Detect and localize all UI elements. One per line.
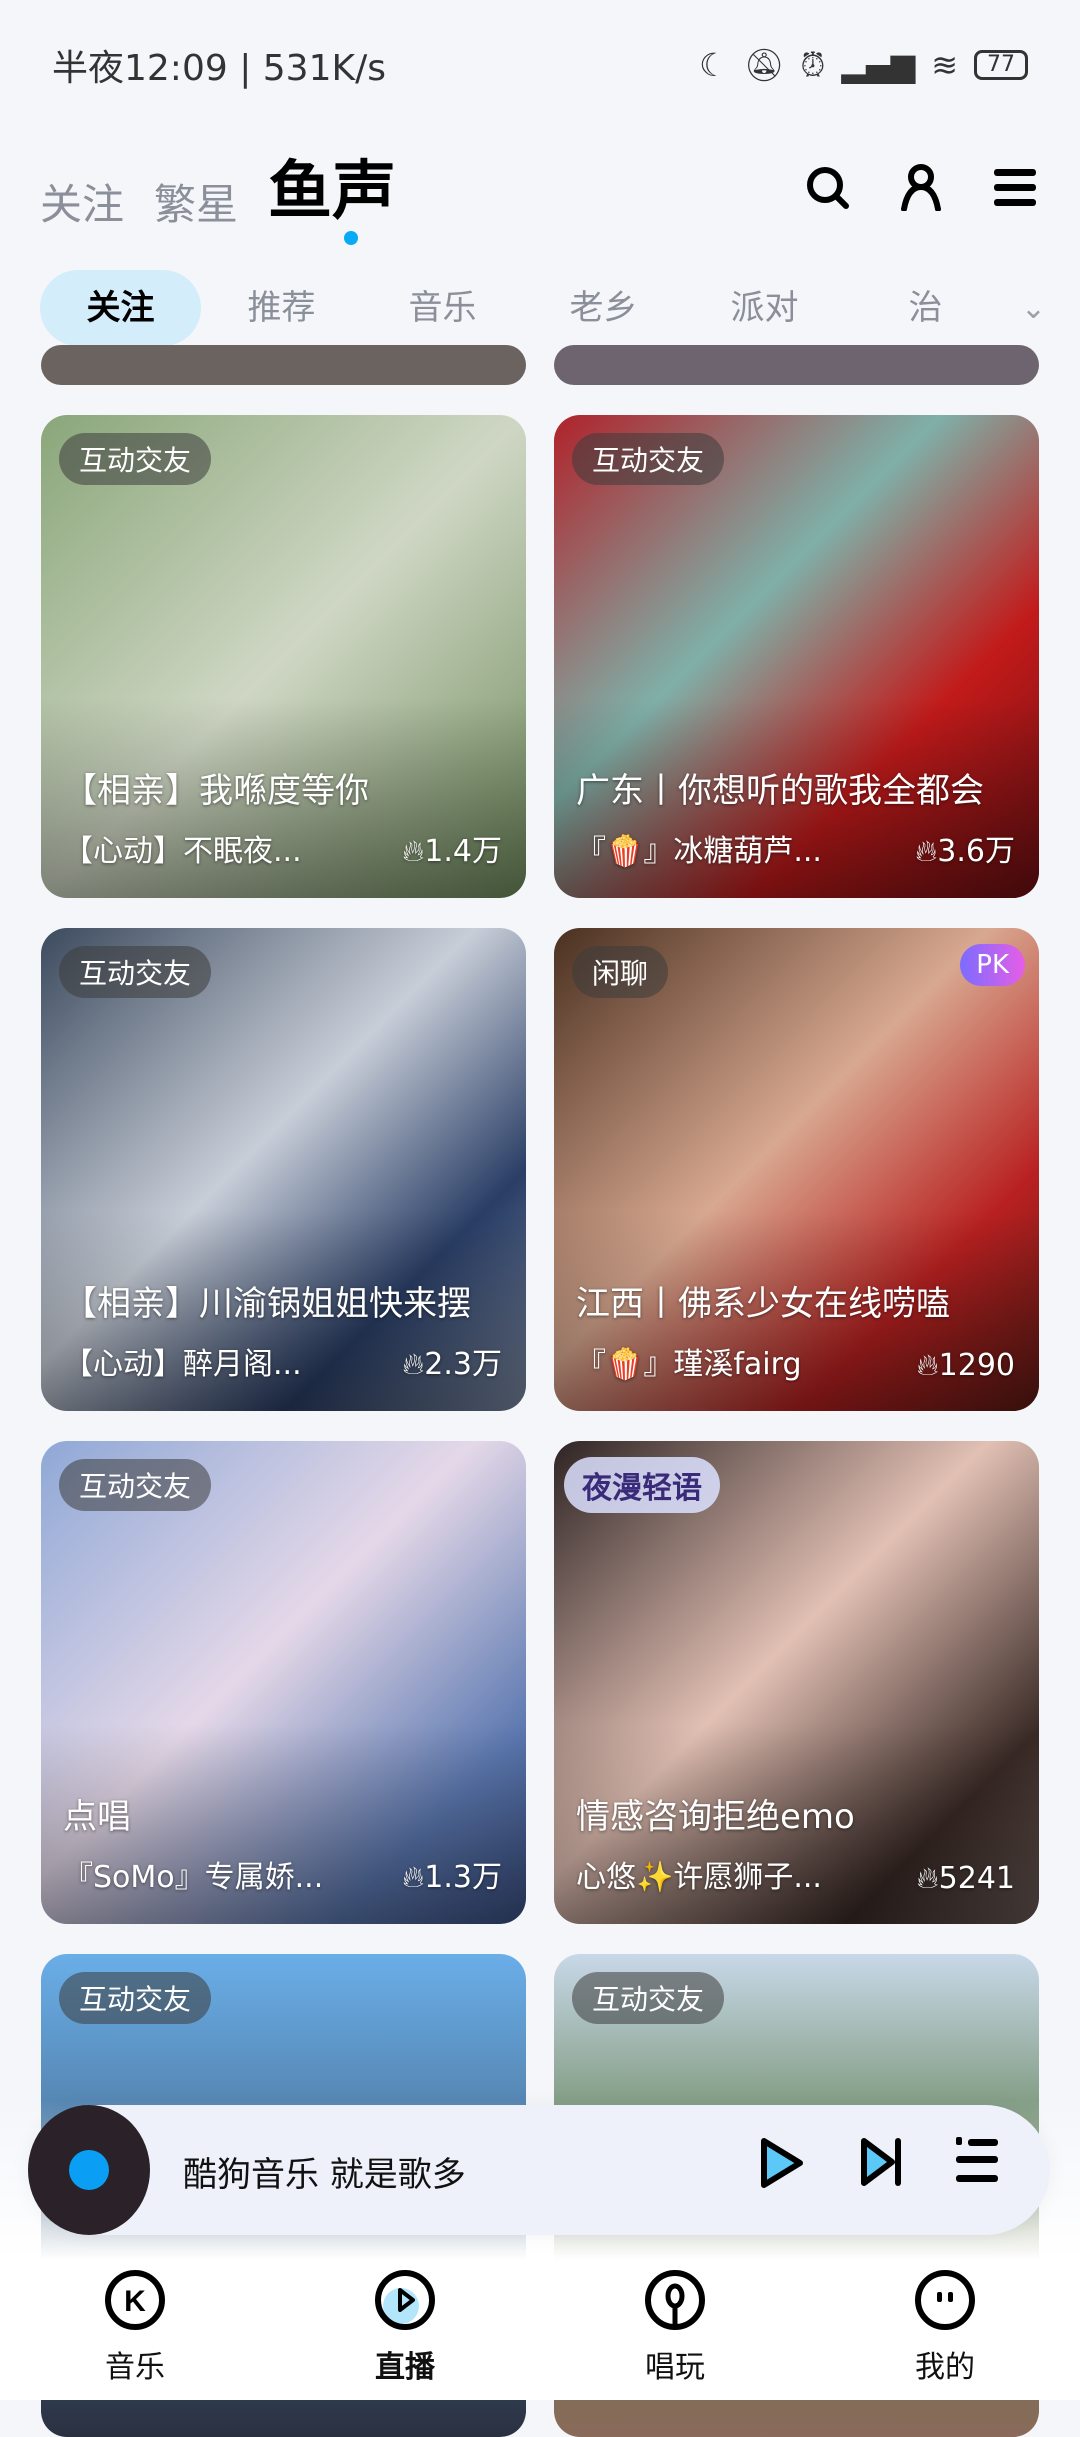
room-title: 广东丨你想听的歌我全都会 (576, 771, 984, 811)
room-card[interactable]: 闲聊 PK 江西丨佛系少女在线唠嗑 『🍿』瑾溪fairg 🔥︎1290 (554, 928, 1039, 1411)
room-host: 『SoMo』专属娇... (63, 1860, 324, 1895)
microphone-icon (645, 2270, 705, 2330)
room-tag: 互动交友 (572, 1972, 725, 2024)
room-card[interactable]: 夜漫轻语 情感咨询拒绝emo 心悠✨许愿狮子... 🔥︎5241 (554, 1441, 1039, 1924)
room-heat: 🔥︎1.3万 (402, 1860, 502, 1895)
bottom-nav: K 音乐 直播 唱玩 我的 (0, 2260, 1080, 2400)
flame-icon: 🔥︎ (402, 834, 425, 869)
room-tag: 互动交友 (59, 1459, 212, 1511)
room-badge: 夜漫轻语 (564, 1457, 720, 1513)
room-card-partial[interactable] (41, 345, 526, 385)
room-tag: 互动交友 (59, 946, 212, 998)
nav-sing[interactable]: 唱玩 (540, 2260, 810, 2400)
next-icon[interactable] (858, 2135, 904, 2195)
room-heat: 🔥︎5241 (916, 1861, 1015, 1896)
flame-icon: 🔥︎ (402, 1860, 425, 1895)
room-heat: 🔥︎1290 (916, 1348, 1015, 1383)
room-host: 『🍿』冰糖葫芦... (576, 834, 822, 869)
room-card[interactable]: 互动交友 点唱 『SoMo』专属娇... 🔥︎1.3万 (41, 1441, 526, 1924)
room-tag: 互动交友 (572, 433, 725, 485)
room-tag: 闲聊 (572, 946, 669, 998)
flame-icon: 🔥︎ (916, 1861, 939, 1896)
room-host: 心悠✨许愿狮子... (576, 1860, 822, 1895)
nav-me[interactable]: 我的 (810, 2260, 1080, 2400)
nav-music[interactable]: K 音乐 (0, 2260, 270, 2400)
smiley-icon (915, 2270, 975, 2330)
nav-live[interactable]: 直播 (270, 2260, 540, 2400)
room-host: 【心动】醉月阁... (63, 1347, 302, 1382)
room-card[interactable]: 互动交友 【相亲】我喺度等你 【心动】不眠夜... 🔥︎1.4万 (41, 415, 526, 898)
mini-player[interactable]: 酷狗音乐 就是歌多 (28, 2105, 1050, 2235)
live-play-icon (375, 2270, 435, 2330)
flame-icon: 🔥︎ (402, 1347, 425, 1382)
room-host: 【心动】不眠夜... (63, 834, 302, 869)
kugou-k-icon: K (105, 2270, 165, 2330)
pk-badge: PK (960, 944, 1025, 986)
flame-icon: 🔥︎ (915, 834, 938, 869)
room-title: 【相亲】川渝锅姐姐快来摆 (63, 1284, 471, 1324)
player-track-text: 酷狗音乐 就是歌多 (183, 2155, 466, 2195)
room-host: 『🍿』瑾溪fairg (576, 1347, 802, 1382)
room-heat: 🔥︎1.4万 (402, 834, 502, 869)
room-title: 江西丨佛系少女在线唠嗑 (576, 1284, 950, 1324)
room-title: 点唱 (63, 1797, 131, 1837)
room-card[interactable]: 互动交友 【相亲】川渝锅姐姐快来摆 【心动】醉月阁... 🔥︎2.3万 (41, 928, 526, 1411)
playlist-icon[interactable] (956, 2135, 1000, 2195)
room-heat: 🔥︎3.6万 (915, 834, 1015, 869)
room-heat: 🔥︎2.3万 (402, 1347, 502, 1382)
room-tag: 互动交友 (59, 433, 212, 485)
play-icon[interactable] (756, 2135, 806, 2195)
svg-text:K: K (124, 2285, 146, 2318)
vinyl-disc-icon[interactable] (28, 2105, 150, 2235)
room-title: 情感咨询拒绝emo (576, 1797, 855, 1837)
room-card-partial[interactable] (554, 345, 1039, 385)
flame-icon: 🔥︎ (916, 1348, 939, 1383)
live-room-grid: 互动交友 【相亲】我喺度等你 【心动】不眠夜... 🔥︎1.4万 互动交友 广东… (0, 0, 1080, 2437)
room-card[interactable]: 互动交友 广东丨你想听的歌我全都会 『🍿』冰糖葫芦... 🔥︎3.6万 (554, 415, 1039, 898)
room-tag: 互动交友 (59, 1972, 212, 2024)
room-title: 【相亲】我喺度等你 (63, 771, 369, 811)
